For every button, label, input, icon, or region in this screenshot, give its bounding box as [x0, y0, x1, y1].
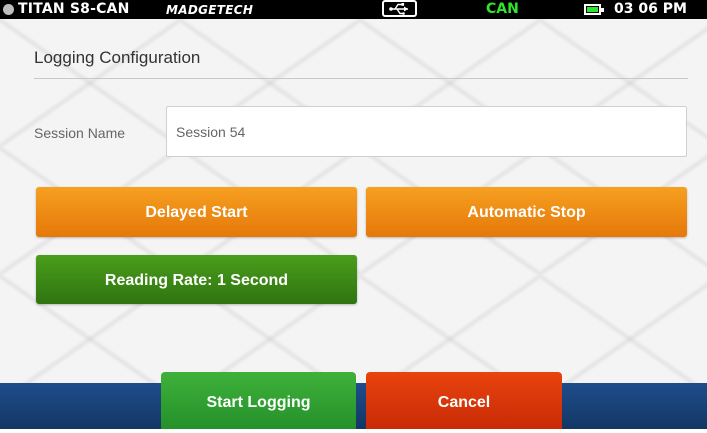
battery-icon — [584, 4, 604, 15]
status-bar: TITAN S8-CAN MADGETECH CAN 03 06 PM — [0, 0, 707, 19]
can-bus-label: CAN — [486, 1, 519, 17]
automatic-stop-button[interactable]: Automatic Stop — [366, 187, 687, 237]
logging-configuration-panel: Logging Configuration Session Name Delay… — [0, 19, 707, 383]
battery-level — [587, 7, 598, 12]
reading-rate-button[interactable]: Reading Rate: 1 Second — [36, 255, 357, 304]
page-title: Logging Configuration — [34, 48, 201, 67]
delayed-start-button[interactable]: Delayed Start — [36, 187, 357, 237]
clock: 03 06 PM — [614, 1, 687, 17]
session-name-input[interactable] — [166, 106, 687, 157]
title-divider — [34, 78, 688, 79]
battery-terminal — [601, 8, 604, 12]
brand-logo: MADGETECH — [166, 3, 254, 17]
cancel-button[interactable]: Cancel — [366, 372, 562, 429]
status-indicator-icon — [3, 4, 14, 15]
usb-icon — [382, 0, 417, 17]
device-name: TITAN S8-CAN — [18, 1, 130, 17]
session-name-label: Session Name — [34, 125, 126, 141]
start-logging-button[interactable]: Start Logging — [161, 372, 356, 429]
